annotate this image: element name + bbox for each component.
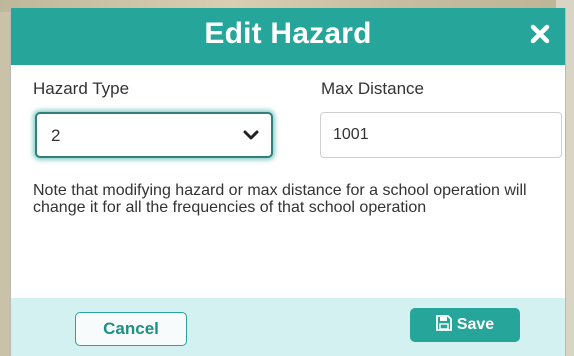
hazard-type-label: Hazard Type xyxy=(33,79,130,98)
dialog-footer: Cancel Save xyxy=(11,298,565,356)
hazard-note-text: Note that modifying hazard or max distan… xyxy=(33,182,527,216)
dialog-title: Edit Hazard xyxy=(204,17,372,50)
hazard-type-selected-value: 2 xyxy=(51,126,61,145)
hazard-type-select[interactable]: 2 xyxy=(35,112,273,158)
cancel-button[interactable]: Cancel xyxy=(75,312,187,346)
save-button[interactable]: Save xyxy=(410,308,520,342)
close-icon xyxy=(530,24,550,44)
edit-hazard-dialog: Edit Hazard Hazard Type Max Distance 2 N… xyxy=(10,8,566,356)
dialog-header: Edit Hazard xyxy=(11,8,565,65)
floppy-disk-icon xyxy=(435,315,452,331)
chevron-down-icon xyxy=(243,130,259,140)
save-button-label: Save xyxy=(456,316,495,333)
max-distance-label: Max Distance xyxy=(321,79,424,98)
close-button[interactable] xyxy=(527,21,553,47)
max-distance-input[interactable] xyxy=(320,112,562,158)
